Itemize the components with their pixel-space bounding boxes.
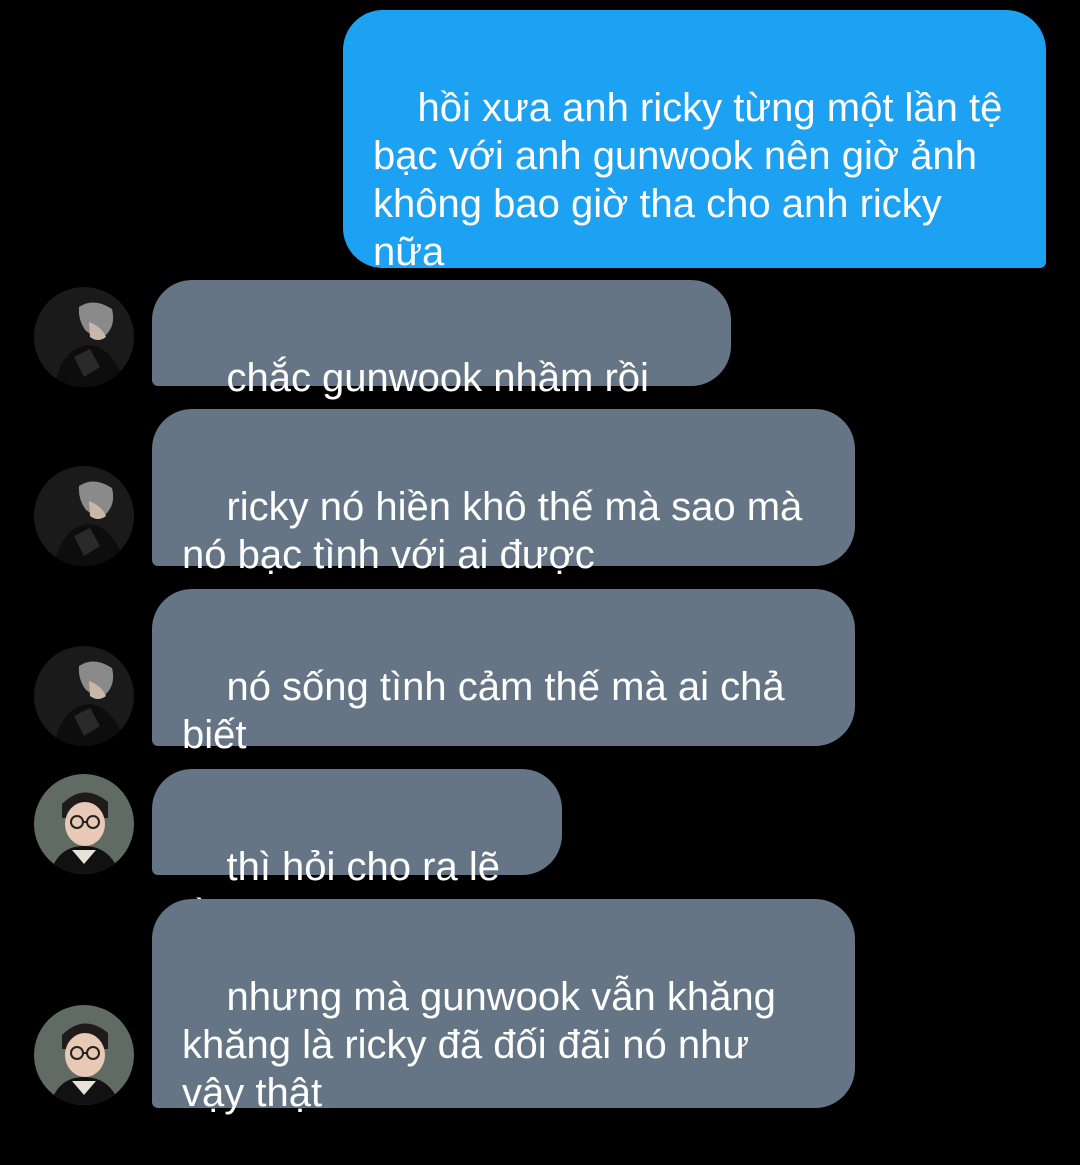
message-text: hồi xưa anh ricky từng một lần tệ bạc vớ… [373, 86, 1003, 274]
avatar-glasses-icon[interactable] [34, 1005, 134, 1105]
incoming-message-bubble[interactable]: nó sống tình cảm thế mà ai chả biết [152, 589, 855, 757]
message-text: nó sống tình cảm thế mà ai chả biết [182, 665, 785, 757]
avatar-dark-hair-icon[interactable] [34, 466, 134, 566]
incoming-message-bubble[interactable]: thì hỏi cho ra lẽ rồi [152, 769, 562, 937]
incoming-message-bubble[interactable]: chắc gunwook nhầm rồi đó [152, 280, 731, 448]
outgoing-message-bubble[interactable]: hồi xưa anh ricky từng một lần tệ bạc vớ… [343, 10, 1046, 274]
avatar-glasses-icon[interactable] [34, 774, 134, 874]
message-text: nhưng mà gunwook vẫn khăng khăng là rick… [182, 975, 776, 1115]
avatar-dark-hair-icon[interactable] [34, 646, 134, 746]
incoming-message-bubble[interactable]: ricky nó hiền khô thế mà sao mà nó bạc t… [152, 409, 855, 577]
message-text: ricky nó hiền khô thế mà sao mà nó bạc t… [182, 485, 803, 577]
avatar-dark-hair-icon[interactable] [34, 287, 134, 387]
chat-thread: hồi xưa anh ricky từng một lần tệ bạc vớ… [0, 0, 1080, 1115]
incoming-message-bubble[interactable]: nhưng mà gunwook vẫn khăng khăng là rick… [152, 899, 855, 1115]
